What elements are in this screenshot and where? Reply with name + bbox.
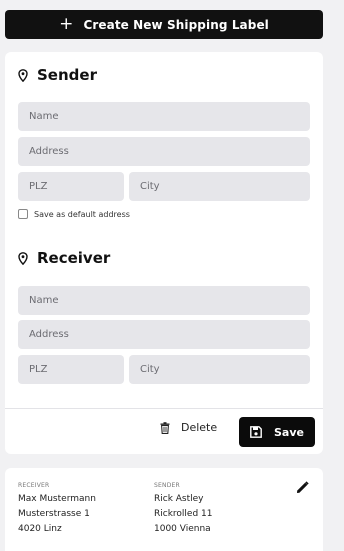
sender-title-text: Sender	[37, 66, 97, 84]
save-default-label: Save as default address	[34, 209, 130, 219]
sender-name: Rick Astley	[154, 494, 204, 504]
save-label: Save	[274, 425, 304, 439]
pencil-icon[interactable]	[296, 481, 309, 494]
create-shipping-label-button[interactable]: + Create New Shipping Label	[5, 10, 323, 39]
receiver-street: Musterstrasse 1	[18, 509, 90, 519]
delete-label: Delete	[181, 421, 218, 434]
create-shipping-label-label: Create New Shipping Label	[83, 17, 269, 32]
shipping-form-card: Sender Save as default address Receiver …	[5, 52, 323, 454]
shipping-label-list-item: RECEIVER Max Mustermann Musterstrasse 1 …	[5, 468, 323, 551]
sender-section-title: Sender	[18, 66, 97, 84]
save-default-address-row[interactable]: Save as default address	[18, 209, 130, 219]
sender-address-input[interactable]	[18, 137, 310, 166]
receiver-title-text: Receiver	[37, 249, 111, 267]
sender-city-input[interactable]	[129, 172, 310, 201]
sender-city: 1000 Vienna	[154, 524, 211, 534]
receiver-address-input[interactable]	[18, 320, 310, 349]
save-default-checkbox[interactable]	[18, 209, 28, 219]
map-pin-icon	[18, 68, 28, 82]
plus-icon: +	[59, 14, 74, 34]
receiver-caption: RECEIVER	[18, 482, 50, 489]
sender-caption: SENDER	[154, 482, 180, 489]
sender-plz-input[interactable]	[18, 172, 124, 201]
form-divider	[5, 408, 323, 409]
receiver-city: 4020 Linz	[18, 524, 62, 534]
receiver-city-input[interactable]	[129, 355, 310, 384]
trash-icon	[160, 421, 170, 434]
receiver-address-block: RECEIVER Max Mustermann Musterstrasse 1 …	[18, 482, 96, 537]
delete-button[interactable]: Delete	[160, 421, 217, 434]
receiver-plz-input[interactable]	[18, 355, 124, 384]
floppy-disk-icon	[250, 426, 262, 438]
map-pin-icon	[18, 251, 28, 265]
sender-address-block: SENDER Rick Astley Rickrolled 11 1000 Vi…	[154, 482, 213, 537]
receiver-section-title: Receiver	[18, 249, 110, 267]
receiver-name-input[interactable]	[18, 286, 310, 315]
receiver-name: Max Mustermann	[18, 494, 96, 504]
sender-street: Rickrolled 11	[154, 509, 213, 519]
sender-name-input[interactable]	[18, 102, 310, 131]
save-button[interactable]: Save	[239, 417, 315, 447]
